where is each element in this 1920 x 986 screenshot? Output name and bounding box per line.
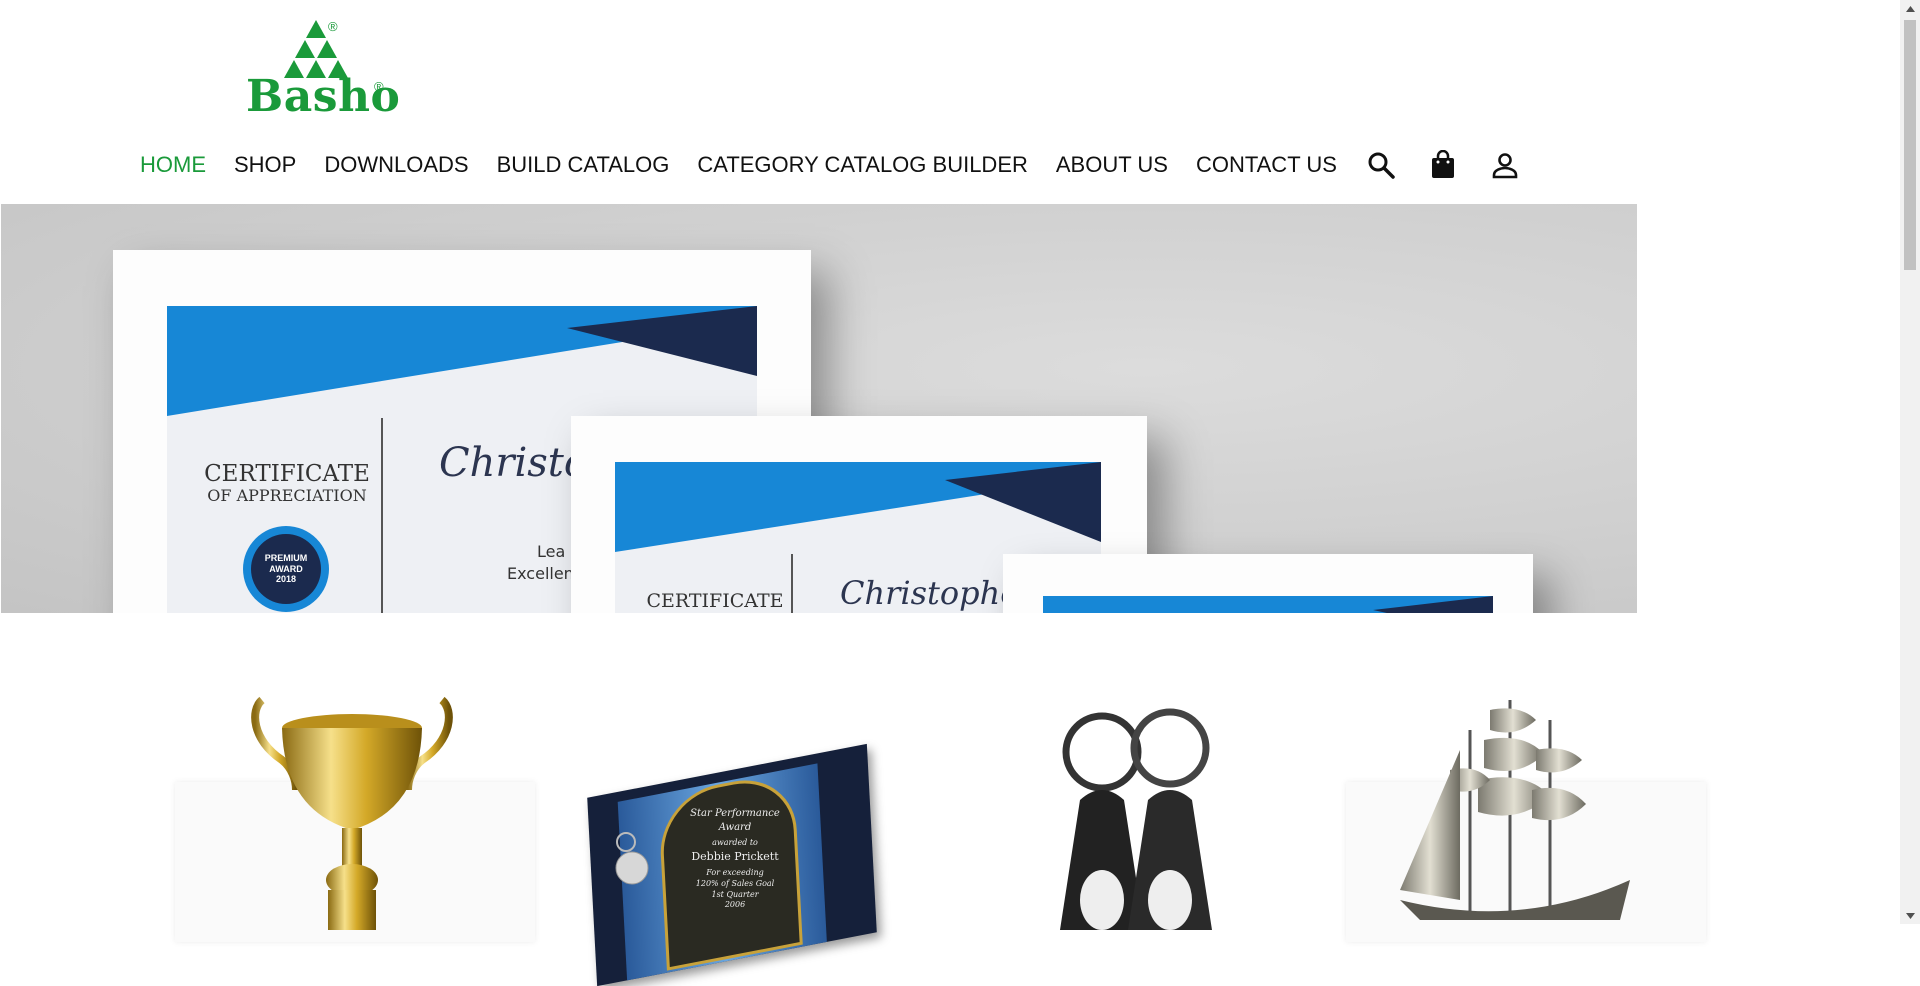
certificate-title: CERTIFICATE bbox=[646, 590, 784, 612]
hero-banner[interactable]: CERTIFICATE OF APPRECIATION Christophe L… bbox=[1, 204, 1637, 613]
award-plaque-image[interactable]: Star Performance Award awarded to Debbie… bbox=[580, 743, 880, 986]
nav-category-catalog-builder[interactable]: CATEGORY CATALOG BUILDER bbox=[697, 152, 1027, 178]
registered-mark: ® bbox=[328, 19, 338, 34]
certificate-title: CERTIFICATE bbox=[204, 461, 370, 487]
scrollbar-thumb[interactable] bbox=[1904, 20, 1916, 270]
certificate-banner bbox=[615, 462, 1101, 552]
certificate-subtitle: OF APPRECIATION bbox=[207, 486, 367, 505]
nav-contact-us[interactable]: CONTACT US bbox=[1196, 152, 1337, 178]
scroll-down-arrow-icon[interactable] bbox=[1900, 907, 1920, 924]
award-seal: PREMIUM AWARD 2018 bbox=[243, 526, 329, 612]
main-navigation: HOME SHOP DOWNLOADS BUILD CATALOG CATEGO… bbox=[140, 148, 1549, 182]
certificate-banner bbox=[167, 306, 757, 416]
brand-logo[interactable]: ® Basho ® bbox=[244, 18, 400, 122]
certificate-frame bbox=[1003, 554, 1533, 613]
product-showcase: Star Performance Award awarded to Debbie… bbox=[0, 690, 1920, 986]
shopping-bag-icon[interactable] bbox=[1425, 147, 1461, 183]
nav-build-catalog[interactable]: BUILD CATALOG bbox=[497, 152, 670, 178]
keyring-image[interactable] bbox=[1030, 700, 1250, 940]
trophy-cup-image[interactable] bbox=[232, 690, 472, 930]
nav-downloads[interactable]: DOWNLOADS bbox=[324, 152, 468, 178]
scroll-up-arrow-icon[interactable] bbox=[1900, 0, 1920, 17]
keychain-icon bbox=[615, 832, 649, 885]
account-icon[interactable] bbox=[1487, 147, 1523, 183]
search-icon[interactable] bbox=[1363, 147, 1399, 183]
registered-mark: ® bbox=[374, 79, 384, 94]
nav-shop[interactable]: SHOP bbox=[234, 152, 296, 178]
nav-about-us[interactable]: ABOUT US bbox=[1056, 152, 1168, 178]
vertical-scrollbar[interactable] bbox=[1900, 0, 1920, 924]
nav-home[interactable]: HOME bbox=[140, 152, 206, 178]
ship-sculpture-image[interactable] bbox=[1360, 690, 1660, 930]
